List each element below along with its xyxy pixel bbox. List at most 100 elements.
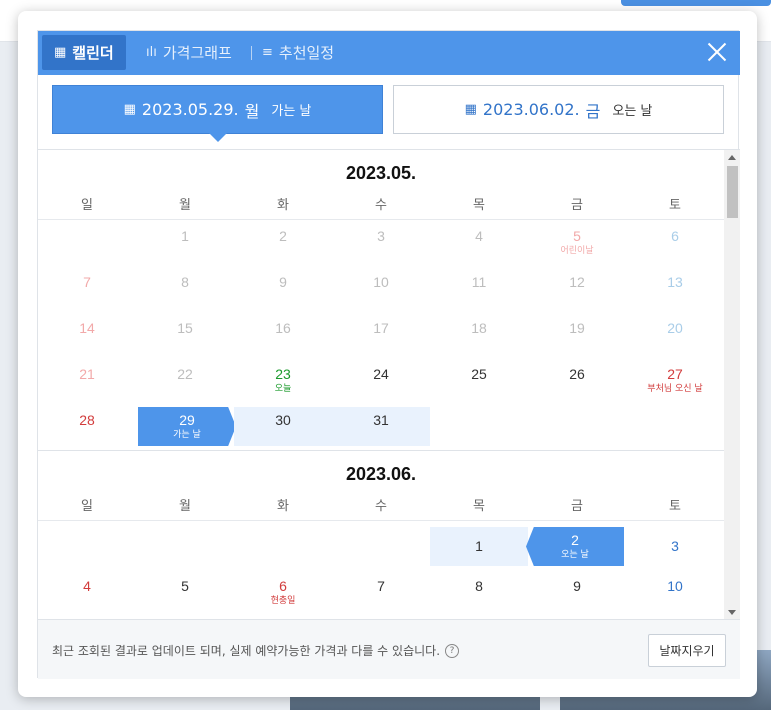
return-day-label: 오는 날 — [561, 550, 589, 560]
weekday-thu: 목 — [473, 198, 485, 213]
footer: 최근 조회된 결과로 업데이트 되며, 실제 예약가능한 가격과 다를 수 있습… — [38, 619, 740, 679]
month-title-may: 2023.05. — [345, 163, 417, 183]
calendar-day-in-range[interactable]: 1 — [430, 527, 528, 566]
calendar-day: 14 — [79, 320, 95, 336]
calendar-day: 18 — [471, 320, 487, 336]
footer-note: 최근 조회된 결과로 업데이트 되며, 실제 예약가능한 가격과 다를 수 있습… — [52, 642, 460, 659]
weekday-tue: 화 — [277, 198, 289, 213]
weekday-fri: 금 — [571, 198, 583, 213]
weekday-wed: 수 — [375, 198, 387, 213]
tab-calendar-label: 캘린더 — [72, 44, 114, 62]
bar-chart-icon: ılı — [146, 45, 157, 60]
weekday-thu: 목 — [473, 499, 485, 514]
holiday-label: 어린이날 — [560, 246, 594, 256]
calendar-day: 21 — [79, 366, 95, 382]
tab-price-graph[interactable]: ılı 가격그래프 — [146, 35, 232, 70]
calendar-day: 8 — [181, 274, 189, 290]
calendar-day: 16 — [275, 320, 291, 336]
calendar-day: 2 — [279, 228, 287, 244]
calendar-day-in-range[interactable]: 31 — [332, 407, 430, 446]
calendar-day: 4 — [475, 228, 483, 244]
weekday-sun: 일 — [81, 198, 93, 213]
calendar-day[interactable]: 6 현충일 — [234, 573, 332, 612]
go-date-button[interactable]: ▦ 2023.05.29. 월 가는 날 — [52, 85, 383, 134]
calendar-day: 13 — [667, 274, 683, 290]
calendar-day[interactable]: 8 — [430, 573, 528, 612]
tab-recommended-label: 추천일정 — [278, 44, 335, 62]
calendar-day: 5 어린이날 — [528, 223, 626, 262]
calendar-day[interactable]: 10 — [626, 573, 724, 612]
calendar-day: 7 — [83, 274, 91, 290]
calendar-day[interactable]: 25 — [430, 361, 528, 400]
scroll-down-icon[interactable] — [728, 610, 736, 615]
return-date-button[interactable]: ▦ 2023.06.02. 금 오는 날 — [393, 85, 724, 134]
calendar-day: 1 — [181, 228, 189, 244]
calendar-day: 10 — [373, 274, 389, 290]
weekday-mon: 월 — [179, 499, 191, 514]
calendar-day[interactable]: 28 — [38, 407, 136, 446]
calendar-day: 11 — [471, 274, 487, 290]
calendar-day: 9 — [279, 274, 287, 290]
today-label: 오늘 — [274, 384, 292, 394]
calendar-day[interactable]: 24 — [332, 361, 430, 400]
go-date-value: 2023.05.29. — [141, 100, 239, 119]
scrollbar-thumb[interactable] — [727, 166, 738, 218]
footer-note-text: 최근 조회된 결과로 업데이트 되며, 실제 예약가능한 가격과 다를 수 있습… — [52, 644, 441, 658]
calendar-icon: ▦ — [123, 102, 136, 117]
return-date-value: 2023.06.02. — [482, 100, 580, 119]
return-date-label: 오는 날 — [612, 104, 653, 119]
holiday-label: 현충일 — [270, 596, 296, 606]
calendar-icon: ▦ — [464, 102, 477, 117]
weekday-wed: 수 — [375, 499, 387, 514]
calendar-day-today[interactable]: 23 오늘 — [234, 361, 332, 400]
help-icon[interactable]: ? — [445, 643, 460, 658]
date-picker-modal: ▦ 캘린더 ılı 가격그래프 ≡ 추천일정 ▦ 2023.05.29. 월 가… — [18, 11, 757, 697]
tab-calendar[interactable]: ▦ 캘린더 — [42, 35, 126, 70]
weekday-header-may: 일 월 화 수 목 금 토 — [38, 194, 724, 214]
weekday-sun: 일 — [81, 499, 93, 514]
go-date-weekday: 월 — [244, 101, 260, 121]
scroll-up-icon[interactable] — [728, 155, 736, 160]
calendar-day[interactable]: 3 — [626, 527, 724, 566]
calendar-scroll-area[interactable]: 2023.05. 일 월 화 수 목 금 토 1 2 3 4 5 어린이날 6 7… — [38, 149, 740, 619]
calendar-day: 15 — [177, 320, 193, 336]
month-title-june: 2023.06. — [345, 464, 417, 484]
calendar-day[interactable]: 26 — [528, 361, 626, 400]
calendar-day-in-range[interactable]: 30 — [234, 407, 332, 446]
weekday-mon: 월 — [179, 198, 191, 213]
calendar-day-return-selected[interactable]: 2 오는 날 — [526, 527, 624, 566]
calendar-icon: ▦ — [54, 45, 67, 60]
background-button — [621, 0, 771, 6]
date-picker-panel: ▦ 캘린더 ılı 가격그래프 ≡ 추천일정 ▦ 2023.05.29. 월 가… — [37, 30, 740, 679]
tab-bar: ▦ 캘린더 ılı 가격그래프 ≡ 추천일정 — [38, 31, 740, 75]
tab-recommended[interactable]: ≡ 추천일정 — [262, 35, 334, 70]
list-icon: ≡ — [262, 45, 273, 60]
holiday-label: 부처님 오신 날 — [647, 384, 703, 394]
calendar-day[interactable]: 9 — [528, 573, 626, 612]
vertical-scrollbar[interactable] — [724, 150, 740, 619]
go-date-pointer — [209, 133, 227, 142]
calendar-day[interactable]: 7 — [332, 573, 430, 612]
calendar-day: 3 — [377, 228, 385, 244]
close-icon[interactable] — [706, 41, 728, 63]
calendar-day[interactable]: 4 — [38, 573, 136, 612]
month-divider — [38, 450, 724, 451]
weekday-tue: 화 — [277, 499, 289, 514]
calendar-day: 17 — [373, 320, 389, 336]
divider — [38, 219, 724, 220]
calendar-day: 6 — [671, 228, 679, 244]
weekday-sat: 토 — [669, 198, 681, 213]
calendar-day: 22 — [177, 366, 193, 382]
weekday-header-june: 일 월 화 수 목 금 토 — [38, 495, 724, 515]
return-date-weekday: 금 — [585, 101, 601, 121]
tab-divider — [251, 46, 252, 60]
clear-dates-button[interactable]: 날짜지우기 — [648, 634, 726, 667]
calendar-day[interactable]: 27 부처님 오신 날 — [626, 361, 724, 400]
weekday-sat: 토 — [669, 499, 681, 514]
calendar-day[interactable]: 5 — [136, 573, 234, 612]
calendar-day: 19 — [569, 320, 585, 336]
calendar-day-go-selected[interactable]: 29 가는 날 — [138, 407, 236, 446]
calendar-day: 12 — [569, 274, 585, 290]
go-date-label: 가는 날 — [271, 104, 312, 119]
weekday-fri: 금 — [571, 499, 583, 514]
